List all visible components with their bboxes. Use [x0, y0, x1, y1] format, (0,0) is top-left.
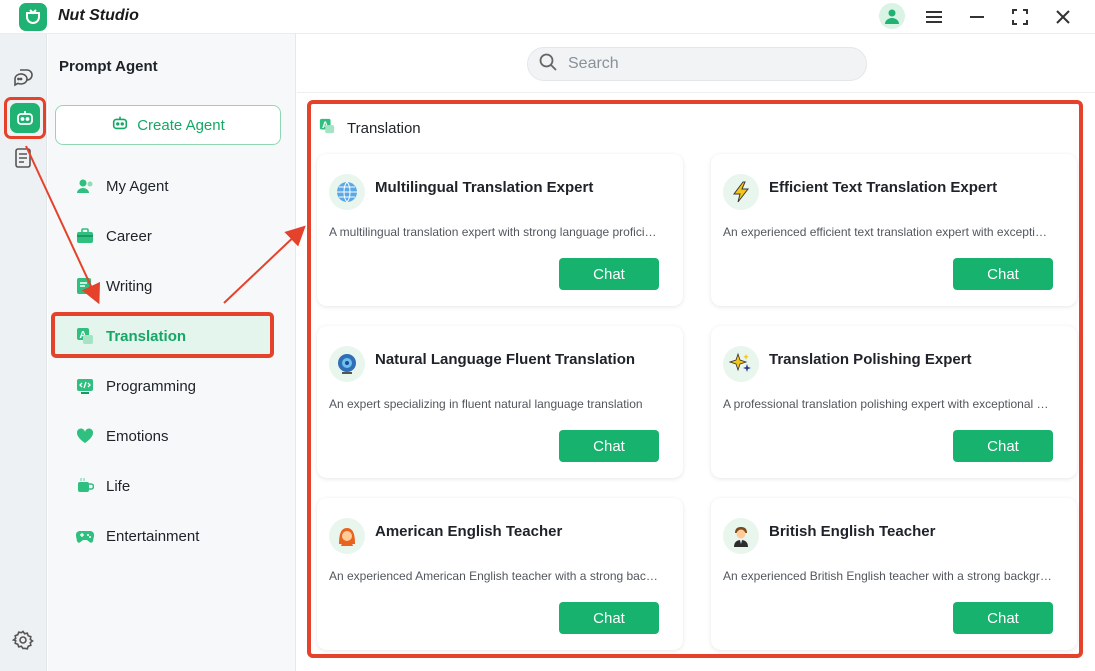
- agent-card[interactable]: American English Teacher An experienced …: [317, 498, 683, 650]
- sidebar-item-translation[interactable]: A Translation: [76, 324, 186, 348]
- settings-gear-icon[interactable]: [8, 625, 38, 655]
- chat-button[interactable]: Chat: [559, 602, 659, 634]
- main-panel: Search A Translation Multilingual Transl…: [297, 34, 1095, 671]
- title-bar: Nut Studio: [0, 0, 1095, 34]
- create-agent-label: Create Agent: [137, 116, 225, 134]
- chat-button[interactable]: Chat: [953, 430, 1053, 462]
- search-input[interactable]: Search: [527, 47, 867, 81]
- section-title: Translation: [347, 119, 421, 137]
- agent-description: An experienced British English teacher w…: [723, 569, 1053, 583]
- section-header: A Translation: [319, 118, 421, 138]
- minimize-icon[interactable]: [964, 4, 990, 30]
- cup-icon: [76, 477, 94, 495]
- globe-icon: [329, 174, 365, 210]
- agent-card[interactable]: Efficient Text Translation Expert An exp…: [711, 154, 1077, 306]
- chat-button[interactable]: Chat: [559, 430, 659, 462]
- app-logo-icon: [19, 3, 47, 31]
- agent-description: An expert specializing in fluent natural…: [329, 397, 643, 411]
- heart-icon: [76, 427, 94, 445]
- translate-icon: A: [76, 327, 94, 345]
- sidebar-title: Prompt Agent: [59, 58, 158, 75]
- agent-card[interactable]: Translation Polishing Expert A professio…: [711, 326, 1077, 478]
- translation-section: A Translation Multilingual Translation E…: [307, 100, 1083, 658]
- document-icon[interactable]: [8, 143, 38, 173]
- agent-title: American English Teacher: [375, 523, 563, 540]
- create-agent-button[interactable]: Create Agent: [55, 105, 281, 145]
- robot-icon: [111, 114, 129, 136]
- search-placeholder: Search: [568, 55, 619, 72]
- search-icon: [538, 52, 558, 77]
- header-divider: [297, 92, 1095, 93]
- sidebar-item-emotions[interactable]: Emotions: [76, 424, 169, 448]
- teacher-man-icon: [723, 518, 759, 554]
- agent-title: Translation Polishing Expert: [769, 351, 972, 368]
- code-icon: [76, 377, 94, 395]
- agent-card[interactable]: Natural Language Fluent Translation An e…: [317, 326, 683, 478]
- sidebar-item-programming[interactable]: Programming: [76, 374, 196, 398]
- app-title: Nut Studio: [58, 7, 139, 24]
- agent-title: Efficient Text Translation Expert: [769, 179, 998, 196]
- chat-button[interactable]: Chat: [953, 258, 1053, 290]
- teacher-woman-icon: [329, 518, 365, 554]
- translate-icon: A: [319, 118, 335, 138]
- sidebar-item-life[interactable]: Life: [76, 474, 130, 498]
- briefcase-icon: [76, 227, 94, 245]
- agent-description: An experienced American English teacher …: [329, 569, 659, 583]
- sidebar-item-writing[interactable]: Writing: [76, 274, 152, 298]
- rail-agent-selected[interactable]: [4, 97, 46, 139]
- chat-button[interactable]: Chat: [953, 602, 1053, 634]
- sparkles-icon: [723, 346, 759, 382]
- person-icon: [76, 177, 94, 195]
- gamepad-icon: [76, 527, 94, 545]
- lightning-icon: [723, 174, 759, 210]
- sidebar-item-entertainment[interactable]: Entertainment: [76, 524, 199, 548]
- robot-icon: [10, 103, 40, 133]
- sidebar-item-my-agent[interactable]: My Agent: [76, 174, 169, 198]
- menu-icon[interactable]: [921, 4, 947, 30]
- chat-bubbles-icon[interactable]: [8, 63, 38, 93]
- agent-description: A multilingual translation expert with s…: [329, 225, 659, 239]
- sidebar-item-career[interactable]: Career: [76, 224, 152, 248]
- agent-description: An experienced efficient text translatio…: [723, 225, 1053, 239]
- agent-title: Multilingual Translation Expert: [375, 179, 594, 196]
- close-icon[interactable]: [1050, 4, 1076, 30]
- agent-description: A professional translation polishing exp…: [723, 397, 1053, 411]
- agent-title: British English Teacher: [769, 523, 936, 540]
- swirl-globe-icon: [329, 346, 365, 382]
- agent-card[interactable]: Multilingual Translation Expert A multil…: [317, 154, 683, 306]
- agent-card[interactable]: British English Teacher An experienced B…: [711, 498, 1077, 650]
- icon-rail: [0, 34, 47, 671]
- chat-button[interactable]: Chat: [559, 258, 659, 290]
- user-avatar-icon[interactable]: [879, 3, 905, 29]
- pen-icon: [76, 277, 94, 295]
- agent-title: Natural Language Fluent Translation: [375, 351, 636, 368]
- category-sidebar: Prompt Agent Create Agent My Agent Caree…: [48, 34, 296, 671]
- fullscreen-icon[interactable]: [1007, 4, 1033, 30]
